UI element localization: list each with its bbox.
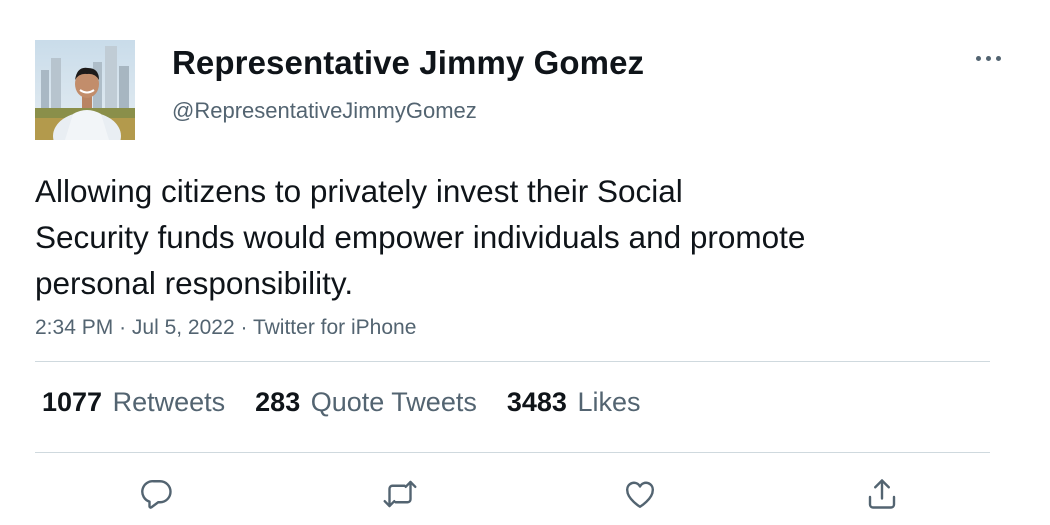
reply-icon xyxy=(141,480,172,509)
share-icon xyxy=(868,479,896,509)
like-button[interactable] xyxy=(620,474,660,514)
retweet-button[interactable] xyxy=(380,474,420,514)
more-options-button[interactable] xyxy=(970,48,1006,68)
tweet-date[interactable]: Jul 5, 2022 xyxy=(132,316,235,339)
likes-label: Likes xyxy=(577,387,641,417)
meta-separator: · xyxy=(240,316,248,339)
quote-tweets-label: Quote Tweets xyxy=(310,387,477,417)
more-horizontal-icon xyxy=(975,55,1001,61)
retweet-icon xyxy=(383,480,417,508)
retweets-label: Retweets xyxy=(112,387,226,417)
avatar[interactable] xyxy=(35,40,135,140)
tweet-stats: 1077 Retweets 283 Quote Tweets 3483 Like… xyxy=(42,387,640,418)
quote-tweets-stat[interactable]: 283 Quote Tweets xyxy=(255,387,477,418)
heart-icon xyxy=(626,481,654,508)
avatar-photo xyxy=(35,40,135,140)
user-handle[interactable]: @RepresentativeJimmyGomez xyxy=(172,98,477,124)
tweet-time[interactable]: 2:34 PM xyxy=(35,316,113,339)
tweet-text-line: Allowing citizens to privately invest th… xyxy=(35,173,683,209)
share-button[interactable] xyxy=(862,474,902,514)
tweet-source[interactable]: Twitter for iPhone xyxy=(253,316,416,339)
display-name[interactable]: Representative Jimmy Gomez xyxy=(172,44,644,82)
retweets-stat[interactable]: 1077 Retweets xyxy=(42,387,225,418)
action-bar xyxy=(0,474,1050,514)
quote-tweets-count: 283 xyxy=(255,387,301,417)
likes-stat[interactable]: 3483 Likes xyxy=(507,387,641,418)
meta-separator: · xyxy=(119,316,127,339)
divider xyxy=(35,452,990,453)
tweet-text-line: personal responsibility. xyxy=(35,265,354,301)
tweet-text-line: Security funds would empower individuals… xyxy=(35,219,806,255)
tweet-meta: 2:34 PM · Jul 5, 2022 · Twitter for iPho… xyxy=(35,316,416,340)
reply-button[interactable] xyxy=(137,474,177,514)
tweet-card: Representative Jimmy Gomez @Representati… xyxy=(0,0,1050,525)
likes-count: 3483 xyxy=(506,387,567,417)
retweets-count: 1077 xyxy=(42,387,103,417)
divider xyxy=(35,361,990,362)
tweet-text: Allowing citizens to privately invest th… xyxy=(35,168,935,306)
